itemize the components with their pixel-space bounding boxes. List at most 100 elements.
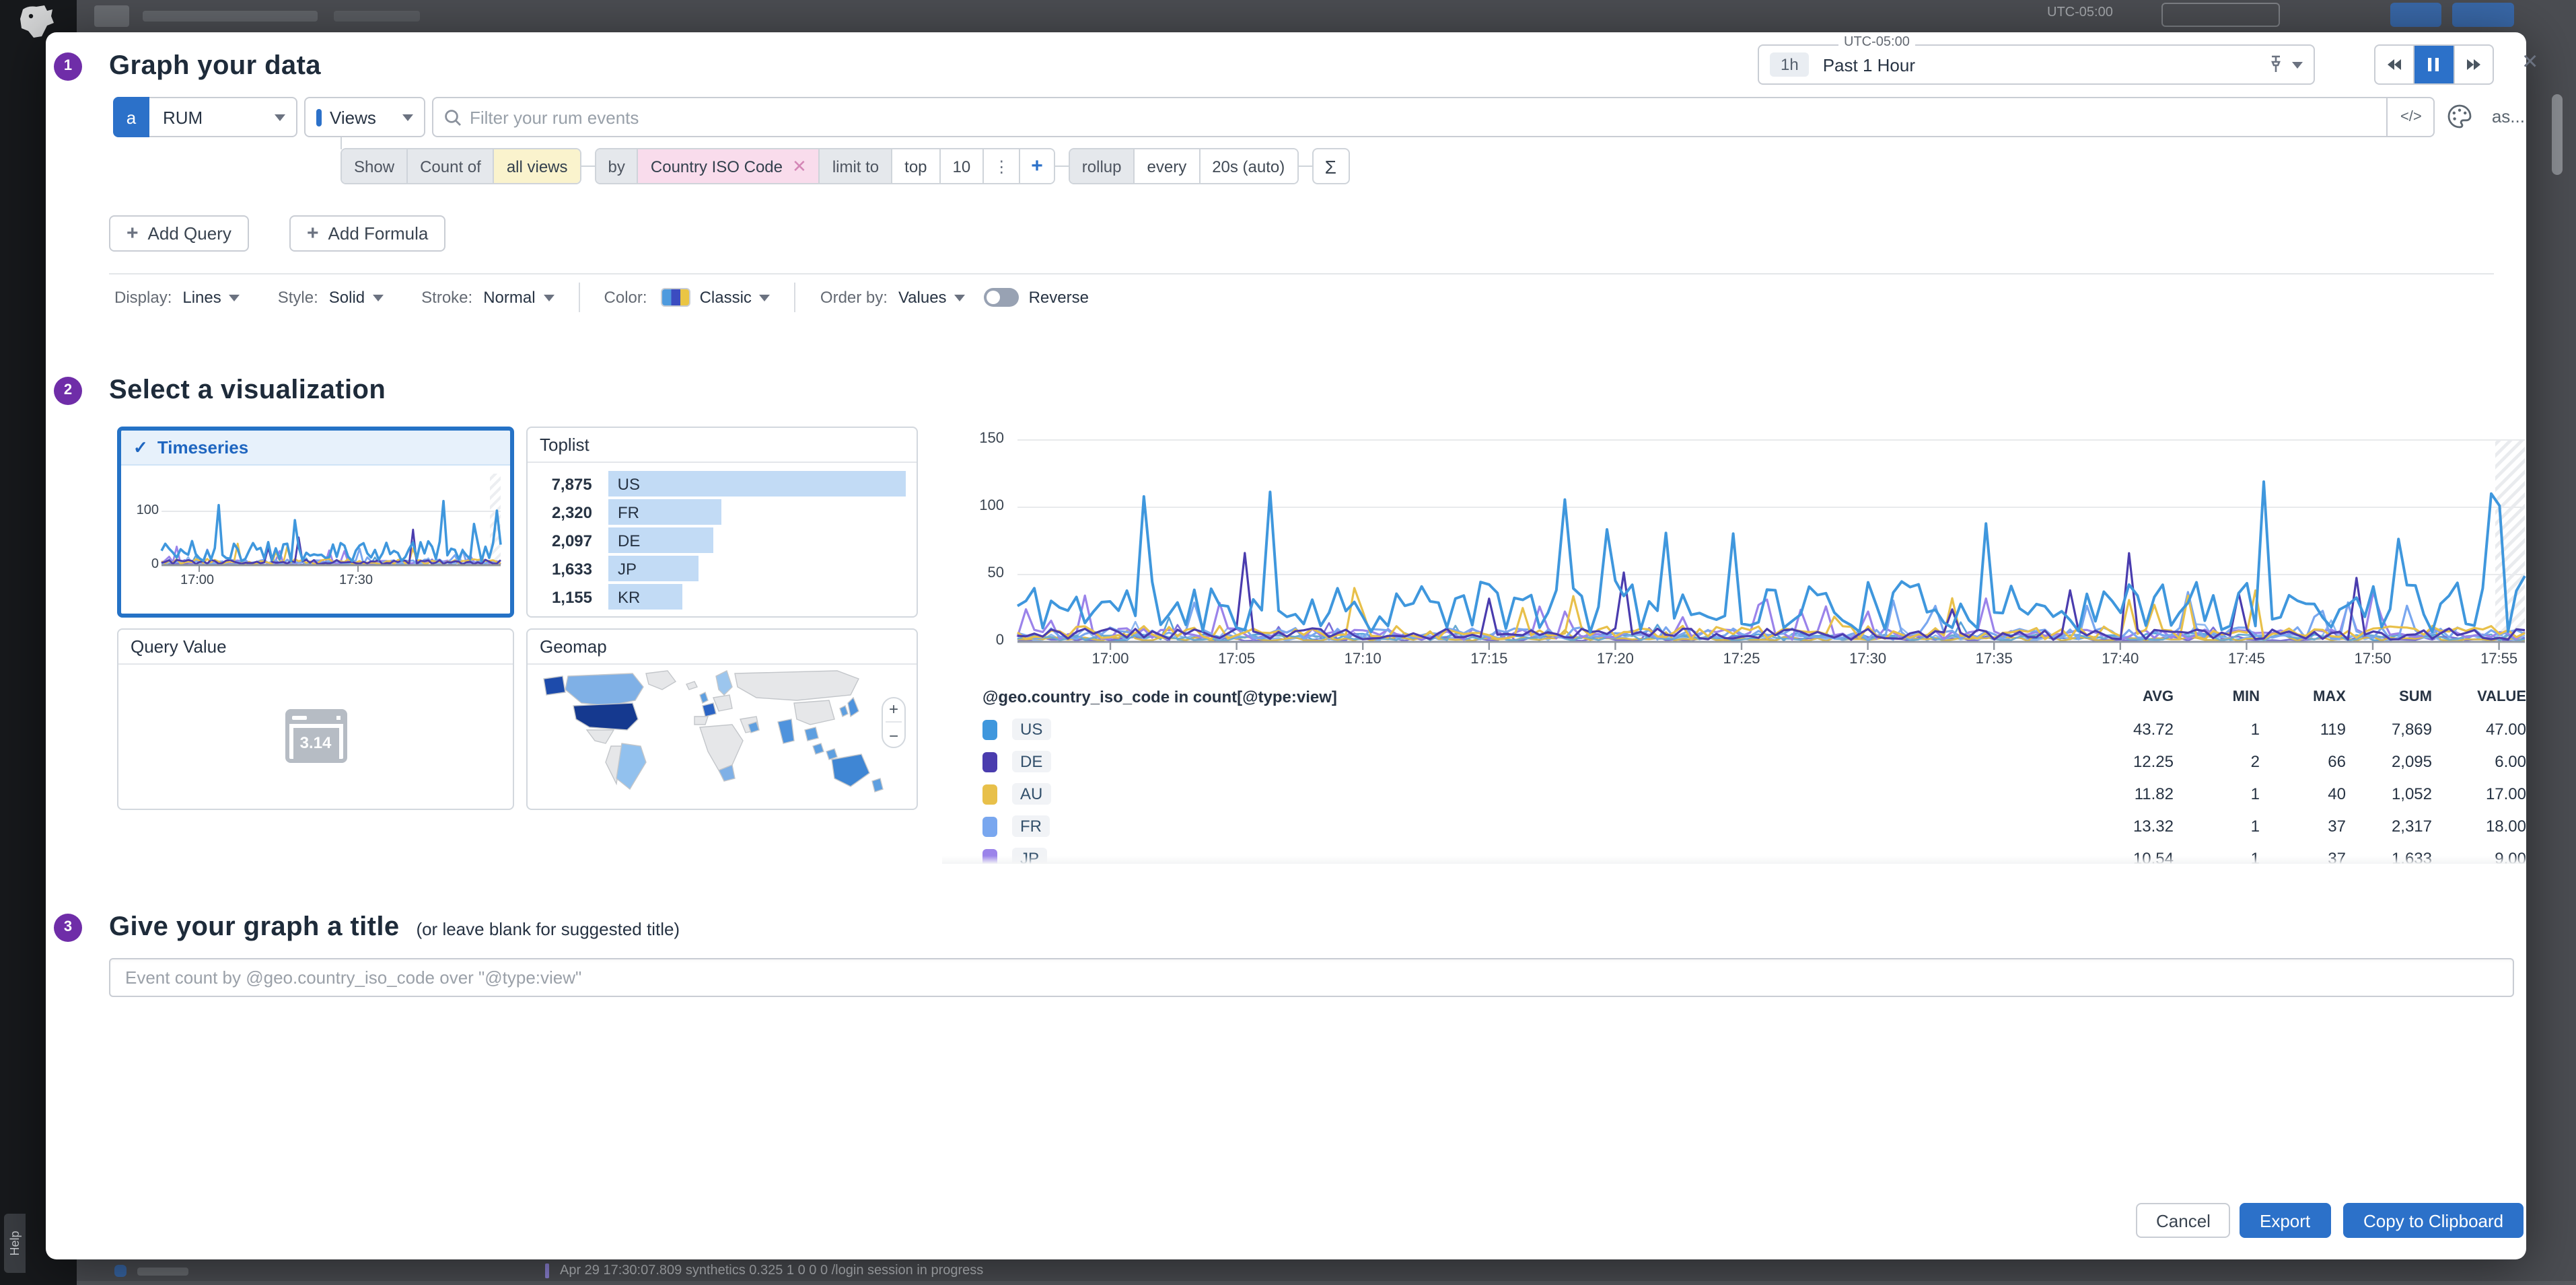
data-source-select[interactable]: RUM bbox=[149, 97, 297, 137]
code-view-button[interactable]: </> bbox=[2387, 97, 2435, 137]
limit-to-pill[interactable]: limit to bbox=[819, 149, 891, 183]
viz-card-query-value-label: Query Value bbox=[131, 636, 227, 657]
y-tick-label: 100 bbox=[950, 498, 1004, 514]
timeframe-picker[interactable]: 1h Past 1 Hour bbox=[1758, 44, 2315, 85]
zoom-in-button[interactable]: + bbox=[889, 700, 898, 719]
pin-icon[interactable] bbox=[2268, 55, 2284, 74]
background-table-row: Apr 29 17:30:07.809 synthetics 0.325 1 0… bbox=[560, 1263, 983, 1278]
step-3-title-row: Give your graph a title (or leave blank … bbox=[109, 912, 680, 943]
background-checkbox bbox=[114, 1265, 127, 1277]
add-formula-button[interactable]: + Add Formula bbox=[289, 215, 445, 252]
legend-row[interactable]: DE12.252662,0956.00 bbox=[942, 745, 2526, 778]
chevron-down-icon[interactable] bbox=[2292, 61, 2303, 68]
time-backward-button[interactable] bbox=[2375, 46, 2414, 83]
style-value: Solid bbox=[329, 288, 365, 307]
legend-stat: 1 bbox=[2174, 817, 2260, 836]
measure-pill[interactable]: all views bbox=[493, 149, 580, 183]
toplist-bar: KR bbox=[608, 584, 682, 610]
toplist-value: 2,320 bbox=[528, 503, 592, 521]
kebab-menu-icon[interactable]: ⋮ bbox=[982, 149, 1019, 183]
background-ghost-button bbox=[2161, 3, 2280, 27]
style-select[interactable]: Solid bbox=[329, 288, 384, 307]
palette-icon[interactable] bbox=[2447, 104, 2473, 129]
legend-stat: 2,317 bbox=[2346, 817, 2432, 836]
count-of-pill[interactable]: Count of bbox=[406, 149, 493, 183]
show-pill[interactable]: Show bbox=[342, 149, 406, 183]
order-by-label: Order by: bbox=[820, 288, 888, 307]
series-name: US bbox=[1012, 719, 1050, 740]
every-pill[interactable]: every bbox=[1134, 149, 1199, 183]
step-3-hint: (or leave blank for suggested title) bbox=[416, 919, 680, 939]
timezone-label: UTC-05:00 bbox=[1838, 35, 1915, 50]
add-group-by-button[interactable]: + bbox=[1019, 149, 1054, 183]
interval-pill[interactable]: 20s (auto) bbox=[1198, 149, 1297, 183]
show-group: Show Count of all views bbox=[341, 148, 581, 184]
search-icon bbox=[444, 108, 462, 126]
filter-input[interactable] bbox=[470, 107, 2376, 127]
series-name: AU bbox=[1012, 783, 1050, 805]
sigma-button[interactable]: Σ bbox=[1312, 148, 1349, 184]
zoom-out-button[interactable]: − bbox=[889, 727, 898, 745]
viz-card-query-value[interactable]: Query Value 3.14 bbox=[117, 628, 514, 810]
graph-preview-panel: 150100500 17:0017:0517:1017:1517:2017:25… bbox=[942, 431, 2526, 864]
background-blue-button bbox=[2390, 3, 2441, 27]
legend-stat: 12.25 bbox=[2087, 752, 2174, 771]
legend-row[interactable]: AU11.821401,05217.00 bbox=[942, 778, 2526, 810]
event-type-select[interactable]: Views bbox=[304, 97, 425, 137]
graph-title-input[interactable] bbox=[109, 958, 2514, 997]
legend-stat: 66 bbox=[2260, 752, 2346, 771]
legend-row[interactable]: FR13.321372,31718.00 bbox=[942, 810, 2526, 842]
alias-button[interactable]: as... bbox=[2492, 106, 2525, 137]
display-select[interactable]: Lines bbox=[182, 288, 240, 307]
background-text-bar bbox=[143, 11, 318, 22]
legend-column-header: MIN bbox=[2174, 689, 2260, 705]
y-tick-label: 150 bbox=[950, 431, 1004, 447]
reverse-toggle[interactable] bbox=[985, 288, 1019, 307]
group-by-pill[interactable]: Country ISO Code✕ bbox=[637, 149, 819, 183]
rollup-pill[interactable]: rollup bbox=[1070, 149, 1134, 183]
viz-card-timeseries[interactable]: ✓ Timeseries 100 0 17:00 17:30 bbox=[117, 427, 514, 618]
chevron-down-icon bbox=[373, 294, 384, 301]
query-value-thumbnail: 3.14 bbox=[118, 665, 513, 806]
legend-stat: 7,869 bbox=[2346, 720, 2432, 739]
toplist-row: 2,320FR bbox=[528, 499, 906, 525]
legend-row[interactable]: US43.7211197,86947.00 bbox=[942, 713, 2526, 745]
stroke-select[interactable]: Normal bbox=[483, 288, 554, 307]
cancel-button[interactable]: Cancel bbox=[2136, 1203, 2231, 1238]
viz-card-geomap[interactable]: Geomap bbox=[526, 628, 918, 810]
top-pill[interactable]: top bbox=[891, 149, 939, 183]
timeframe-shortcut[interactable]: 1h bbox=[1770, 52, 1810, 77]
viz-card-toplist-label: Toplist bbox=[540, 435, 589, 455]
chevron-down-icon bbox=[229, 294, 240, 301]
section-divider bbox=[109, 273, 2494, 274]
reverse-label: Reverse bbox=[1029, 288, 1089, 307]
plus-icon: + bbox=[127, 222, 139, 245]
order-by-select[interactable]: Values bbox=[898, 288, 966, 307]
toplist-row: 1,155KR bbox=[528, 584, 906, 610]
by-pill[interactable]: by bbox=[596, 149, 637, 183]
order-by-value: Values bbox=[898, 288, 947, 307]
close-icon[interactable]: × bbox=[2522, 48, 2538, 75]
viz-card-query-value-header: Query Value bbox=[118, 630, 513, 665]
top-n-pill[interactable]: 10 bbox=[939, 149, 983, 183]
legend-stat: 13.32 bbox=[2087, 817, 2174, 836]
mini-x-1700: 17:00 bbox=[180, 573, 214, 588]
toplist-value: 1,633 bbox=[528, 559, 592, 578]
color-select[interactable]: Classic bbox=[700, 288, 771, 307]
viz-card-toplist[interactable]: Toplist 7,875US2,320FR2,097DE1,633JP1,15… bbox=[526, 427, 918, 618]
display-value: Lines bbox=[182, 288, 221, 307]
legend-title: @geo.country_iso_code in count[@type:vie… bbox=[982, 688, 2087, 706]
export-button[interactable]: Export bbox=[2240, 1203, 2330, 1238]
plus-icon: + bbox=[307, 222, 319, 245]
help-tab[interactable]: Help bbox=[4, 1214, 26, 1273]
remove-group-by-icon[interactable]: ✕ bbox=[792, 155, 807, 177]
query-value-icon: 3.14 bbox=[285, 708, 347, 762]
add-query-button[interactable]: + Add Query bbox=[109, 215, 249, 252]
toplist-value: 2,097 bbox=[528, 531, 592, 550]
copy-to-clipboard-button[interactable]: Copy to Clipboard bbox=[2343, 1203, 2524, 1238]
time-forward-button[interactable] bbox=[2453, 46, 2493, 83]
pause-button[interactable] bbox=[2414, 46, 2454, 83]
toplist-thumbnail: 7,875US2,320FR2,097DE1,633JP1,155KR bbox=[528, 463, 917, 610]
legend-fade bbox=[942, 856, 2526, 864]
chevron-down-icon bbox=[402, 114, 413, 120]
